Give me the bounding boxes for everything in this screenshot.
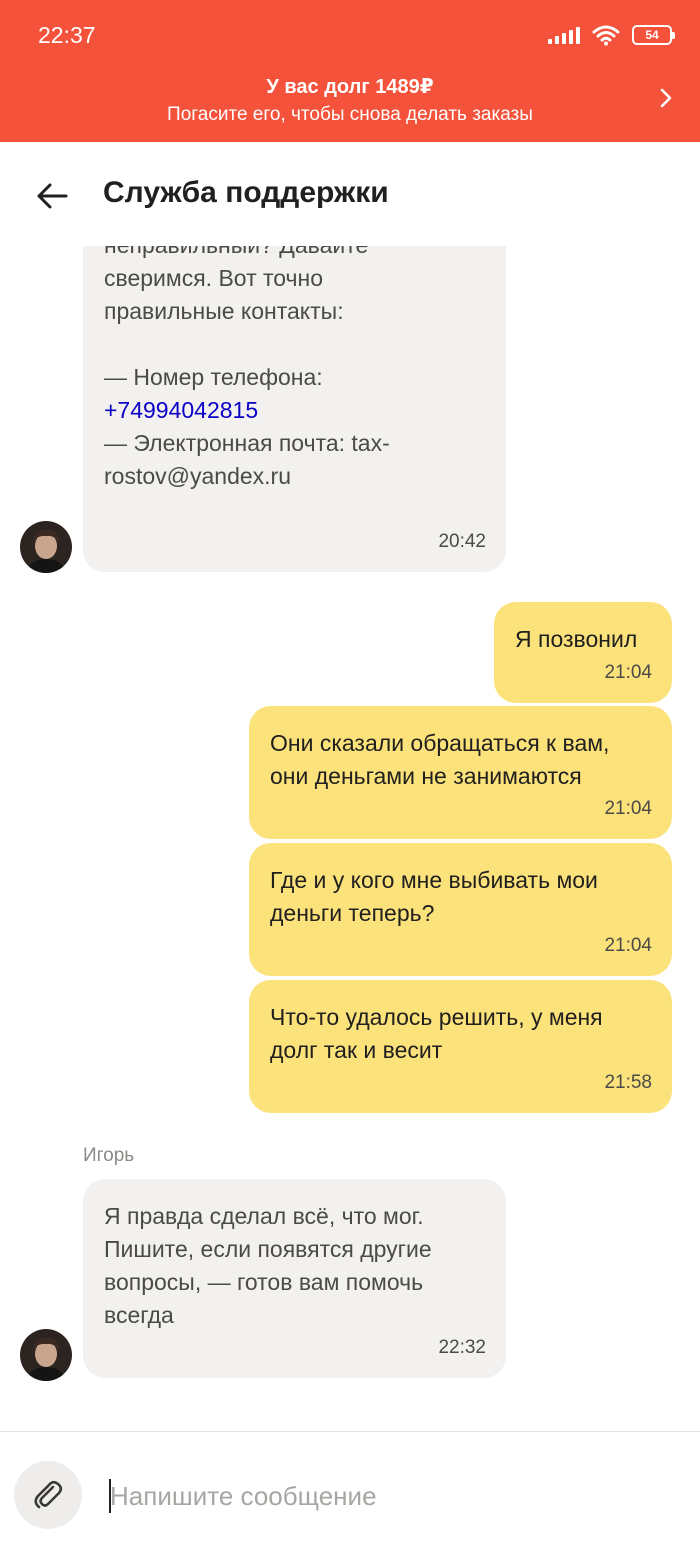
chat-message-list[interactable]: Может быть, номер был неправильный? Дава… [0,246,700,1431]
message-text: Они сказали обращаться к вам, они деньга… [270,730,610,789]
wifi-icon [592,25,620,46]
message-input[interactable] [110,1476,670,1516]
signal-icon [548,26,580,44]
banner-title: У вас долг 1489₽ [266,76,434,98]
message-text: Что-то удалось решить, у меня долг так и… [270,1004,603,1063]
message-text: Может быть, номер был неправильный? Дава… [104,246,368,390]
avatar [20,1329,72,1381]
back-button[interactable] [32,176,72,216]
battery-icon: 54 [632,25,675,45]
status-time: 22:37 [38,22,96,48]
message-text: Я правда сделал всё, что мог. Пишите, ес… [104,1203,432,1328]
outgoing-message: Я позвонил 21:04 [494,602,672,703]
incoming-message: Может быть, номер был неправильный? Дава… [83,246,506,572]
incoming-message: Я правда сделал всё, что мог. Пишите, ес… [83,1179,506,1378]
banner-subtitle: Погасите его, чтобы снова делать заказы [167,104,533,125]
outgoing-message: Где и у кого мне выбивать мои деньги теп… [249,843,672,976]
arrow-left-icon [37,183,68,209]
page-title: Служба поддержки [103,176,389,209]
message-time: 22:32 [438,1337,486,1358]
paperclip-icon [34,1480,63,1509]
status-icons: 54 [548,22,675,48]
message-text: Где и у кого мне выбивать мои деньги теп… [270,867,598,926]
debt-banner[interactable]: 22:37 54 У вас долг 1489₽ Погасите его, … [0,0,700,142]
phone-link[interactable]: +74994042815 [104,394,484,427]
chat-header: Служба поддержки [0,142,700,246]
sender-name: Игорь [83,1145,135,1166]
attach-button[interactable] [14,1461,82,1529]
outgoing-message: Что-то удалось решить, у меня долг так и… [249,980,672,1113]
message-time: 21:58 [604,1072,652,1093]
avatar [20,521,72,573]
message-time: 21:04 [604,935,652,956]
message-text: Я позвонил [515,626,638,652]
message-text: — Электронная почта: tax- rostov@yandex.… [104,430,390,489]
message-time: 21:04 [604,798,652,819]
chevron-right-icon[interactable] [654,86,678,110]
outgoing-message: Они сказали обращаться к вам, они деньга… [249,706,672,839]
message-composer [0,1431,700,1556]
message-time: 20:42 [438,531,486,552]
message-time: 21:04 [604,662,652,683]
